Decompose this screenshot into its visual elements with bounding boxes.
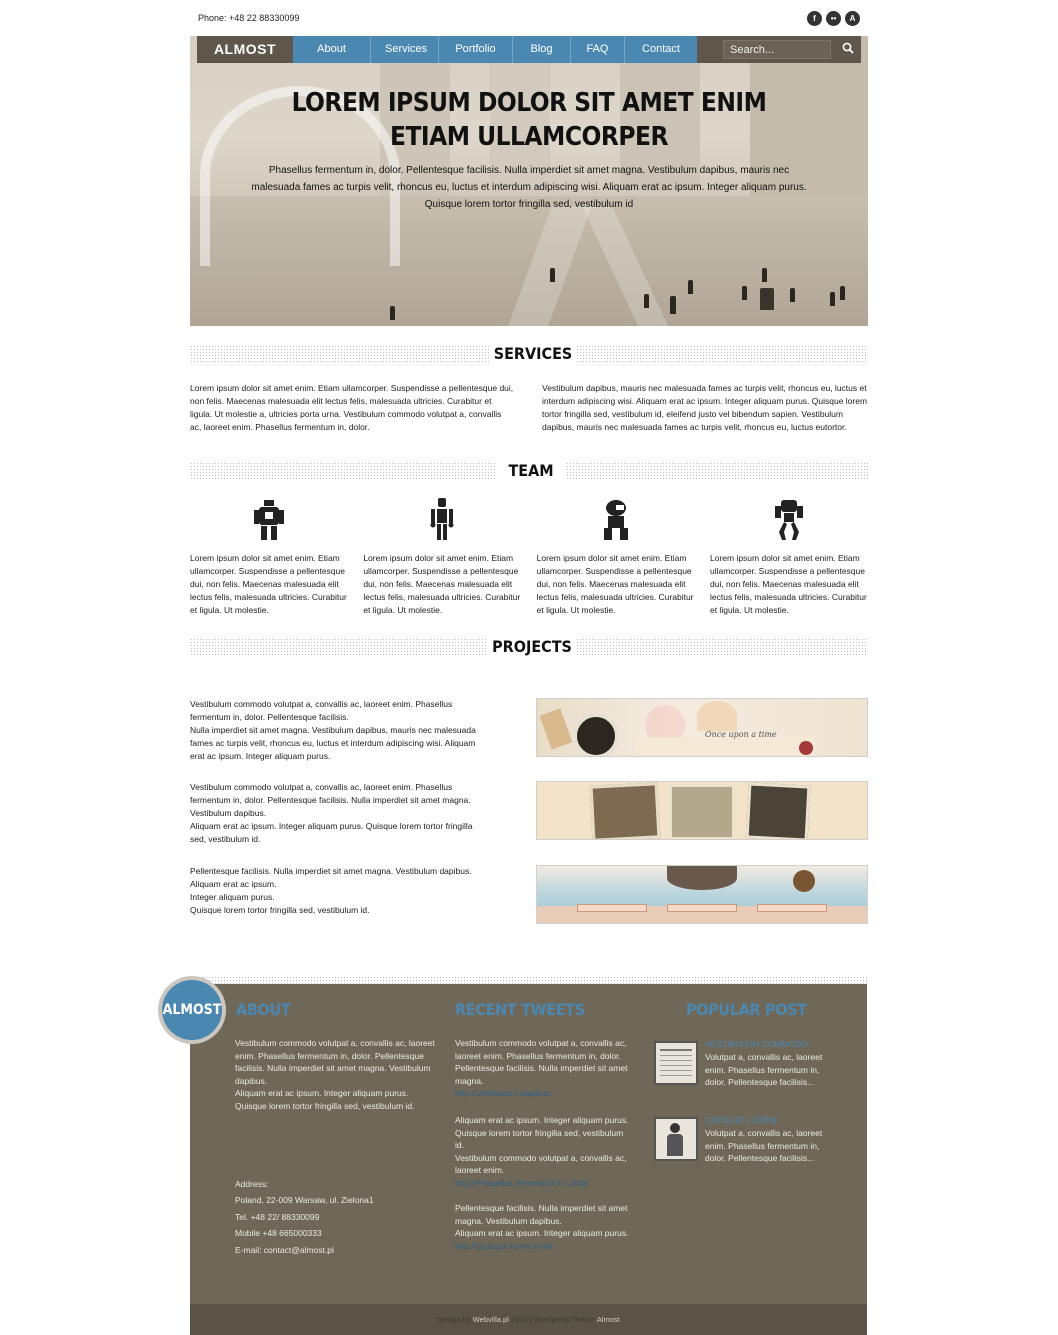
nav-item-contact[interactable]: Contact [625, 36, 697, 63]
team-member: Lorem ipsum dolor sit amet enim. Etiam u… [710, 496, 868, 617]
popular-post-thumbnail[interactable] [654, 1041, 698, 1085]
nav-item-about[interactable]: About [293, 36, 371, 63]
section-title: PROJECTS [492, 637, 572, 656]
flickr-icon[interactable]: •• [826, 11, 841, 26]
team-member: Lorem ipsum dolor sit amet enim. Etiam u… [363, 496, 521, 617]
social-links: f •• A [807, 11, 860, 26]
popular-post-text: Volutpat a, convallis ac, laoreet enim. … [705, 1052, 823, 1088]
team-grid: Lorem ipsum dolor sit amet enim. Etiam u… [190, 496, 868, 617]
nav-item-services[interactable]: Services [371, 36, 439, 63]
project-thumbnail[interactable] [536, 865, 868, 924]
footer-about-text: Vestibulum commodo volutpat a, convallis… [235, 1038, 435, 1111]
footer-address: Address: Poland, 22-009 Warsaw, ul. Ziel… [235, 1176, 374, 1258]
nav-menu: About Services Portfolio Blog FAQ Contac… [293, 36, 697, 63]
services-heading: SERVICES [190, 344, 868, 364]
phone-number: Phone: +48 22 88330099 [198, 13, 300, 23]
section-title: SERVICES [493, 344, 573, 363]
robot-slim-icon [363, 496, 521, 540]
services-left-text: Lorem ipsum dolor sit amet enim. Etiam u… [190, 383, 514, 432]
footer-popular-title: POPULAR POST [686, 1000, 807, 1019]
project-thumbnail[interactable] [536, 781, 868, 840]
services-right-text: Vestibulum dapibus, mauris nec malesuada… [542, 383, 868, 432]
tweet-item: Aliquam erat ac ipsum. Integer aliquam p… [455, 1115, 629, 1188]
footer-tweets-title: RECENT TWEETS [455, 1000, 585, 1019]
robot-mech-icon [710, 496, 868, 540]
hero-title: LOREM IPSUM DOLOR SIT AMET ENIM ETIAM UL… [291, 88, 767, 152]
popular-post-title[interactable]: VESTIBULUM COMMODO [705, 1039, 808, 1049]
hero-text: Phasellus fermentum in, dolor. Pellentes… [251, 165, 807, 210]
search-icon[interactable] [840, 42, 855, 57]
tweet-link[interactable]: http://Phasellus fermentum in, dolor. [455, 1178, 591, 1188]
footer-divider [190, 976, 867, 984]
top-bar: Phone: +48 22 88330099 f •• A [190, 0, 868, 36]
section-title: TEAM [508, 461, 554, 480]
nav-item-blog[interactable]: Blog [513, 36, 571, 63]
robot-boxy-icon [190, 496, 348, 540]
tweet-item: Pellentesque facilisis. Nulla imperdiet … [455, 1203, 629, 1251]
site-logo[interactable]: ALMOST [197, 36, 293, 63]
credits-link[interactable]: Webvilla.pl [473, 1315, 509, 1324]
footer-credits: Design by Webvilla.pl 2012 | Wordpress T… [190, 1304, 867, 1335]
nav-item-portfolio[interactable]: Portfolio [439, 36, 513, 63]
nav-item-faq[interactable]: FAQ [571, 36, 625, 63]
popular-post-title[interactable]: QUISQUE LOREM [705, 1115, 777, 1125]
footer-email[interactable]: E-mail: contact@almost.pl [235, 1242, 374, 1258]
hero-banner: ALMOST About Services Portfolio Blog FAQ… [190, 36, 868, 326]
footer-logo-badge[interactable]: ALMOST [162, 980, 222, 1040]
project-thumbnail[interactable]: Once upon a time [536, 698, 868, 757]
popular-post-thumbnail[interactable] [654, 1117, 698, 1161]
popular-post-text: Volutpat a, convallis ac, laoreet enim. … [705, 1128, 823, 1164]
main-nav: ALMOST About Services Portfolio Blog FAQ… [197, 36, 861, 63]
search-area [697, 36, 861, 63]
projects-heading: PROJECTS [190, 637, 868, 657]
robot-crouching-icon [537, 496, 695, 540]
tweet-link[interactable]: http://Quisque lorem tortor [455, 1241, 554, 1251]
team-member: Lorem ipsum dolor sit amet enim. Etiam u… [537, 496, 695, 617]
deviantart-icon[interactable]: A [845, 11, 860, 26]
footer-about-title: ABOUT [236, 1000, 291, 1019]
services-content: Lorem ipsum dolor sit amet enim. Etiam u… [190, 382, 868, 434]
search-input[interactable] [723, 40, 831, 59]
team-member: Lorem ipsum dolor sit amet enim. Etiam u… [190, 496, 348, 617]
team-heading: TEAM [190, 461, 868, 481]
facebook-icon[interactable]: f [807, 11, 822, 26]
tweet-link[interactable]: http://Vestibulum dapibus. [455, 1088, 552, 1098]
tweet-item: Vestibulum commodo volutpat a, convallis… [455, 1038, 628, 1099]
